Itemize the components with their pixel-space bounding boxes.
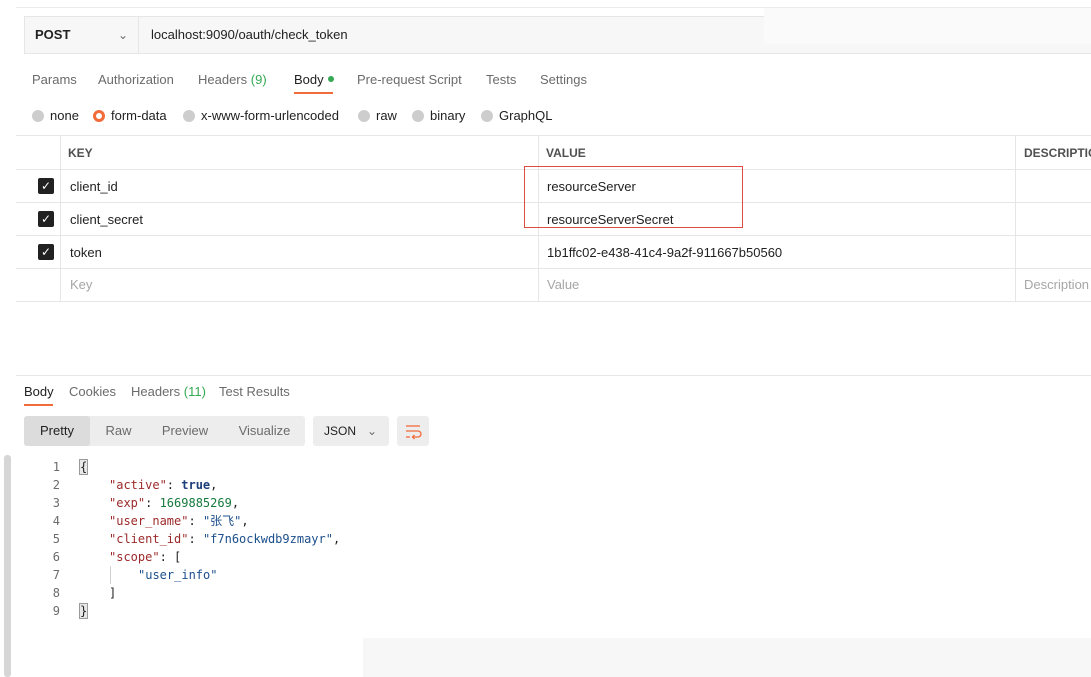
divider xyxy=(16,235,1091,236)
param-value[interactable]: 1b1ffc02-e438-41c4-9a2f-911667b50560 xyxy=(547,245,782,260)
key-input[interactable]: Key xyxy=(70,277,92,292)
response-tab-body[interactable]: Body xyxy=(24,384,54,404)
description-input[interactable]: Description xyxy=(1024,277,1089,292)
row-checkbox[interactable]: ✓ xyxy=(38,244,54,260)
url-bar-fade xyxy=(764,8,1091,44)
code-line: "user_info" xyxy=(138,568,218,582)
line-number: 9 xyxy=(52,604,60,618)
method-label: POST xyxy=(35,27,71,42)
response-tab-headers[interactable]: Headers (11) xyxy=(131,384,206,404)
response-tab-cookies[interactable]: Cookies xyxy=(69,384,116,404)
wrap-lines-icon xyxy=(406,425,422,440)
radio-none[interactable]: none xyxy=(32,108,79,124)
code-line: "client_id": "f7n6ockwdb9zmayr", xyxy=(109,532,341,546)
radio-binary[interactable]: binary xyxy=(412,108,465,124)
tab-headers[interactable]: Headers (9) xyxy=(198,72,267,92)
code-line: } xyxy=(78,603,89,619)
view-pretty-button[interactable]: Pretty xyxy=(24,416,90,446)
value-input[interactable]: Value xyxy=(547,277,579,292)
radio-x-www-form-urlencoded[interactable]: x-www-form-urlencoded xyxy=(183,108,339,124)
url-input[interactable]: localhost:9090/oauth/check_token xyxy=(151,16,348,54)
tab-pre-request-script[interactable]: Pre-request Script xyxy=(357,72,462,92)
code-line: ] xyxy=(109,586,117,600)
radio-circle-icon xyxy=(358,110,370,122)
highlight-annotation xyxy=(524,166,743,228)
modified-dot-icon xyxy=(327,76,334,82)
row-checkbox[interactable]: ✓ xyxy=(38,211,54,227)
scrollbar[interactable] xyxy=(4,455,11,677)
code-line: "user_name": "张飞", xyxy=(109,514,249,528)
line-number: 2 xyxy=(52,478,60,492)
response-tab-underline xyxy=(24,404,53,406)
radio-circle-icon xyxy=(183,110,195,122)
bottom-panel xyxy=(363,638,1091,677)
line-number: 6 xyxy=(52,550,60,564)
radio-circle-icon xyxy=(481,110,493,122)
code-line: "exp": 1669885269, xyxy=(109,496,240,510)
code-line: { xyxy=(78,459,89,475)
column-divider xyxy=(1015,135,1016,302)
column-header-key: KEY xyxy=(68,146,93,160)
wrap-lines-button[interactable] xyxy=(397,416,429,446)
indent-guide xyxy=(110,566,111,584)
chevron-down-icon: ⌄ xyxy=(117,28,128,42)
code-line: "active": true, xyxy=(109,478,218,492)
radio-form-data[interactable]: form-data xyxy=(93,108,167,124)
check-icon: ✓ xyxy=(40,245,52,259)
column-divider xyxy=(60,135,61,302)
tab-authorization[interactable]: Authorization xyxy=(98,72,174,92)
divider xyxy=(16,301,1091,302)
radio-graphql[interactable]: GraphQL xyxy=(481,108,552,124)
format-select[interactable]: JSON ⌄ xyxy=(313,416,389,446)
column-header-value: VALUE xyxy=(546,146,586,160)
check-icon: ✓ xyxy=(40,212,52,226)
divider xyxy=(16,268,1091,269)
check-icon: ✓ xyxy=(40,179,52,193)
radio-circle-icon xyxy=(32,110,44,122)
format-label: JSON xyxy=(324,424,357,438)
method-select[interactable]: POST ⌄ xyxy=(24,16,139,54)
divider xyxy=(16,375,1091,376)
response-tab-test-results[interactable]: Test Results xyxy=(219,384,290,404)
row-checkbox[interactable]: ✓ xyxy=(38,178,54,194)
param-key[interactable]: token xyxy=(70,245,102,260)
tab-settings[interactable]: Settings xyxy=(540,72,587,92)
line-number: 7 xyxy=(52,568,60,582)
divider xyxy=(16,135,1091,136)
chevron-down-icon: ⌄ xyxy=(366,424,377,438)
tab-body[interactable]: Body xyxy=(294,72,334,92)
param-key[interactable]: client_secret xyxy=(70,212,143,227)
column-header-description: DESCRIPTIC xyxy=(1024,146,1091,160)
line-number: 4 xyxy=(52,514,60,528)
radio-selected-icon xyxy=(93,110,105,122)
line-number: 5 xyxy=(52,532,60,546)
view-preview-button[interactable]: Preview xyxy=(149,416,221,446)
view-visualize-button[interactable]: Visualize xyxy=(226,416,303,446)
code-line: "scope": [ xyxy=(109,550,182,564)
line-number: 8 xyxy=(52,586,60,600)
line-number: 3 xyxy=(52,496,60,510)
radio-circle-icon xyxy=(412,110,424,122)
radio-raw[interactable]: raw xyxy=(358,108,397,124)
param-key[interactable]: client_id xyxy=(70,179,118,194)
view-raw-button[interactable]: Raw xyxy=(90,416,147,446)
tab-tests[interactable]: Tests xyxy=(486,72,516,92)
line-number: 1 xyxy=(52,460,60,474)
tab-body-underline xyxy=(294,92,333,94)
tab-params[interactable]: Params xyxy=(32,72,77,92)
